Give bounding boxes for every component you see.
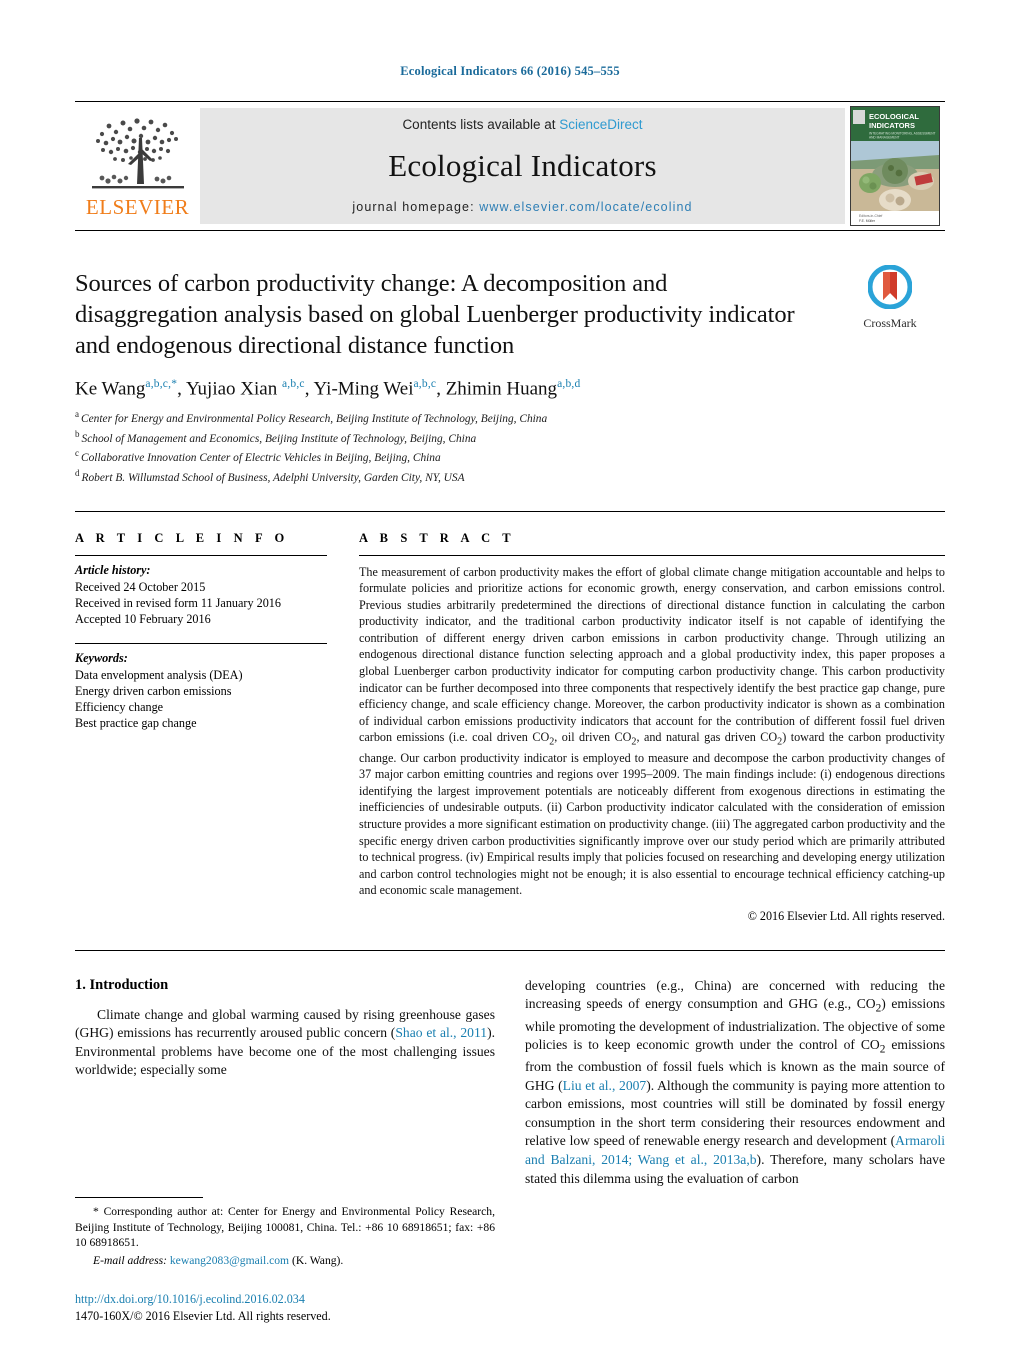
footer-block: http://dx.doi.org/10.1016/j.ecolind.2016… — [75, 1291, 535, 1325]
author-name: Zhimin Huang — [445, 377, 558, 399]
abstract-text: The measurement of carbon productivity m… — [359, 564, 945, 898]
history-item: Received in revised form 11 January 2016 — [75, 595, 281, 610]
author-name: Ke Wang — [75, 377, 146, 399]
author-marks: a,b,c — [413, 377, 437, 390]
affiliation-mark: c — [75, 448, 79, 459]
journal-cover-thumbnail: ECOLOGICAL INDICATORS INTEGRATING MONITO… — [850, 106, 940, 226]
author-list: Ke Wanga,b,c,*, Yujiao Xian a,b,c, Yi-Mi… — [75, 377, 581, 399]
affiliation-text: Robert B. Willumstad School of Business,… — [81, 471, 465, 484]
author-marks: a,b,d — [557, 377, 581, 390]
keyword-item: Data envelopment analysis (DEA) — [75, 667, 243, 682]
author-name: Yi-Ming Wei — [313, 377, 414, 399]
intro-paragraph-left: Climate change and global warming caused… — [75, 1006, 495, 1080]
article-info-heading: A R T I C L E I N F O — [75, 530, 289, 545]
article-history-group: Article history: Received 24 October 201… — [75, 563, 327, 627]
info-rule — [75, 554, 327, 556]
svg-text:AND MANAGEMENT: AND MANAGEMENT — [869, 136, 900, 140]
doi-link[interactable]: http://dx.doi.org/10.1016/j.ecolind.2016… — [75, 1291, 535, 1308]
body-column-left: 1. Introduction Climate change and globa… — [75, 977, 495, 1188]
article-history-label: Article history: — [75, 562, 151, 577]
svg-text:ECOLOGICAL: ECOLOGICAL — [869, 112, 919, 121]
affiliation-list: a Center for Energy and Environmental Pol… — [75, 408, 945, 487]
abstract-column: A B S T R A C T The measurement of carbo… — [343, 531, 945, 924]
elsevier-logo: ELSEVIER — [75, 102, 200, 230]
sciencedirect-link[interactable]: ScienceDirect — [559, 117, 642, 132]
affiliation-item: c Collaborative Innovation Center of Elec… — [75, 447, 945, 467]
section-heading-introduction: 1. Introduction — [75, 976, 169, 993]
homepage-link[interactable]: www.elsevier.com/locate/ecolind — [479, 200, 692, 214]
contents-list-line: Contents lists available at ScienceDirec… — [402, 117, 642, 132]
author-marks: a,b,c — [281, 377, 305, 390]
keyword-item: Energy driven carbon emissions — [75, 683, 232, 698]
body-column-right: developing countries (e.g., China) are c… — [525, 977, 945, 1188]
corresponding-author-note: * Corresponding author at: Center for En… — [75, 1204, 495, 1251]
keywords-rule — [75, 642, 327, 644]
footnote-block: * Corresponding author at: Center for En… — [75, 1196, 495, 1269]
intro-right-text-1: developing countries (e.g., China) are c… — [525, 977, 945, 1093]
crossmark-label: CrossMark — [863, 316, 917, 330]
journal-homepage-line: journal homepage: www.elsevier.com/locat… — [352, 200, 692, 214]
affiliation-mark: a — [75, 408, 79, 419]
email-link[interactable]: kewang2083@gmail.com — [170, 1254, 289, 1267]
issn-copyright-line: 1470-160X/© 2016 Elsevier Ltd. All right… — [75, 1308, 331, 1323]
page-title: Sources of carbon productivity change: A… — [75, 270, 795, 359]
section-divider — [75, 510, 945, 512]
affiliation-mark: d — [75, 467, 80, 478]
affiliation-text: Collaborative Innovation Center of Elect… — [81, 452, 441, 465]
journal-banner: ELSEVIER Contents lists available at Sci… — [75, 101, 945, 231]
body-divider — [75, 949, 945, 951]
email-label: E-mail address: — [93, 1254, 167, 1268]
copyright-line: © 2016 Elsevier Ltd. All rights reserved… — [747, 908, 945, 923]
svg-text:Editors-in-Chief: Editors-in-Chief — [859, 214, 882, 218]
elsevier-tree-icon — [91, 118, 184, 189]
affiliation-text: Center for Energy and Environmental Poli… — [81, 412, 548, 425]
intro-paragraph-right: developing countries (e.g., China) are c… — [525, 977, 945, 1188]
svg-text:F.E. Müller: F.E. Müller — [859, 219, 876, 223]
crossmark-badge[interactable]: CrossMark — [835, 264, 945, 331]
keywords-label: Keywords: — [75, 650, 128, 665]
history-item: Received 24 October 2015 — [75, 579, 206, 594]
email-suffix: (K. Wang). — [289, 1254, 344, 1268]
contents-prefix: Contents lists available at — [402, 117, 560, 132]
corresponding-text: Corresponding author at: Center for Ener… — [75, 1204, 495, 1250]
keywords-group: Keywords: Data envelopment analysis (DEA… — [75, 651, 327, 731]
keyword-item: Efficiency change — [75, 700, 164, 715]
running-head: Ecological Indicators 66 (2016) 545–555 — [400, 64, 620, 78]
history-item: Accepted 10 February 2016 — [75, 611, 211, 626]
abstract-rule — [359, 554, 945, 556]
crossmark-icon — [867, 264, 913, 310]
body-columns: 1. Introduction Climate change and globa… — [75, 977, 945, 1188]
svg-text:INDICATORS: INDICATORS — [869, 121, 915, 130]
abstract-heading: A B S T R A C T — [359, 530, 516, 545]
homepage-prefix: journal homepage: — [352, 200, 480, 214]
citation-link[interactable]: Shao et al., 2011 — [395, 1025, 487, 1040]
affiliation-mark: b — [75, 428, 80, 439]
journal-title: Ecological Indicators — [388, 148, 657, 183]
title-block: Sources of carbon productivity change: A… — [75, 264, 945, 362]
keyword-item: Best practice gap change — [75, 716, 197, 731]
email-note: E-mail address: kewang2083@gmail.com (K.… — [75, 1253, 495, 1269]
affiliation-text: School of Management and Economics, Beij… — [81, 432, 477, 445]
affiliation-item: b School of Management and Economics, Bei… — [75, 428, 945, 448]
article-page: Ecological Indicators 66 (2016) 545–555 — [0, 0, 1020, 1351]
journal-cover-container: ECOLOGICAL INDICATORS INTEGRATING MONITO… — [845, 102, 945, 230]
affiliation-item: a Center for Energy and Environmental Pol… — [75, 408, 945, 428]
footnote-rule — [75, 1196, 203, 1198]
affiliation-item: d Robert B. Willumstad School of Business… — [75, 467, 945, 487]
article-info-column: A R T I C L E I N F O Article history: R… — [75, 531, 343, 924]
info-abstract-row: A R T I C L E I N F O Article history: R… — [75, 531, 945, 924]
author-marks: a,b,c,* — [145, 377, 178, 390]
author-name: Yujiao Xian — [185, 377, 278, 399]
citation-link[interactable]: Liu et al., 2007 — [563, 1078, 647, 1093]
elsevier-wordmark: ELSEVIER — [85, 195, 190, 219]
journal-cover-image: ECOLOGICAL INDICATORS INTEGRATING MONITO… — [851, 107, 939, 225]
journal-banner-center: Contents lists available at ScienceDirec… — [200, 108, 845, 224]
